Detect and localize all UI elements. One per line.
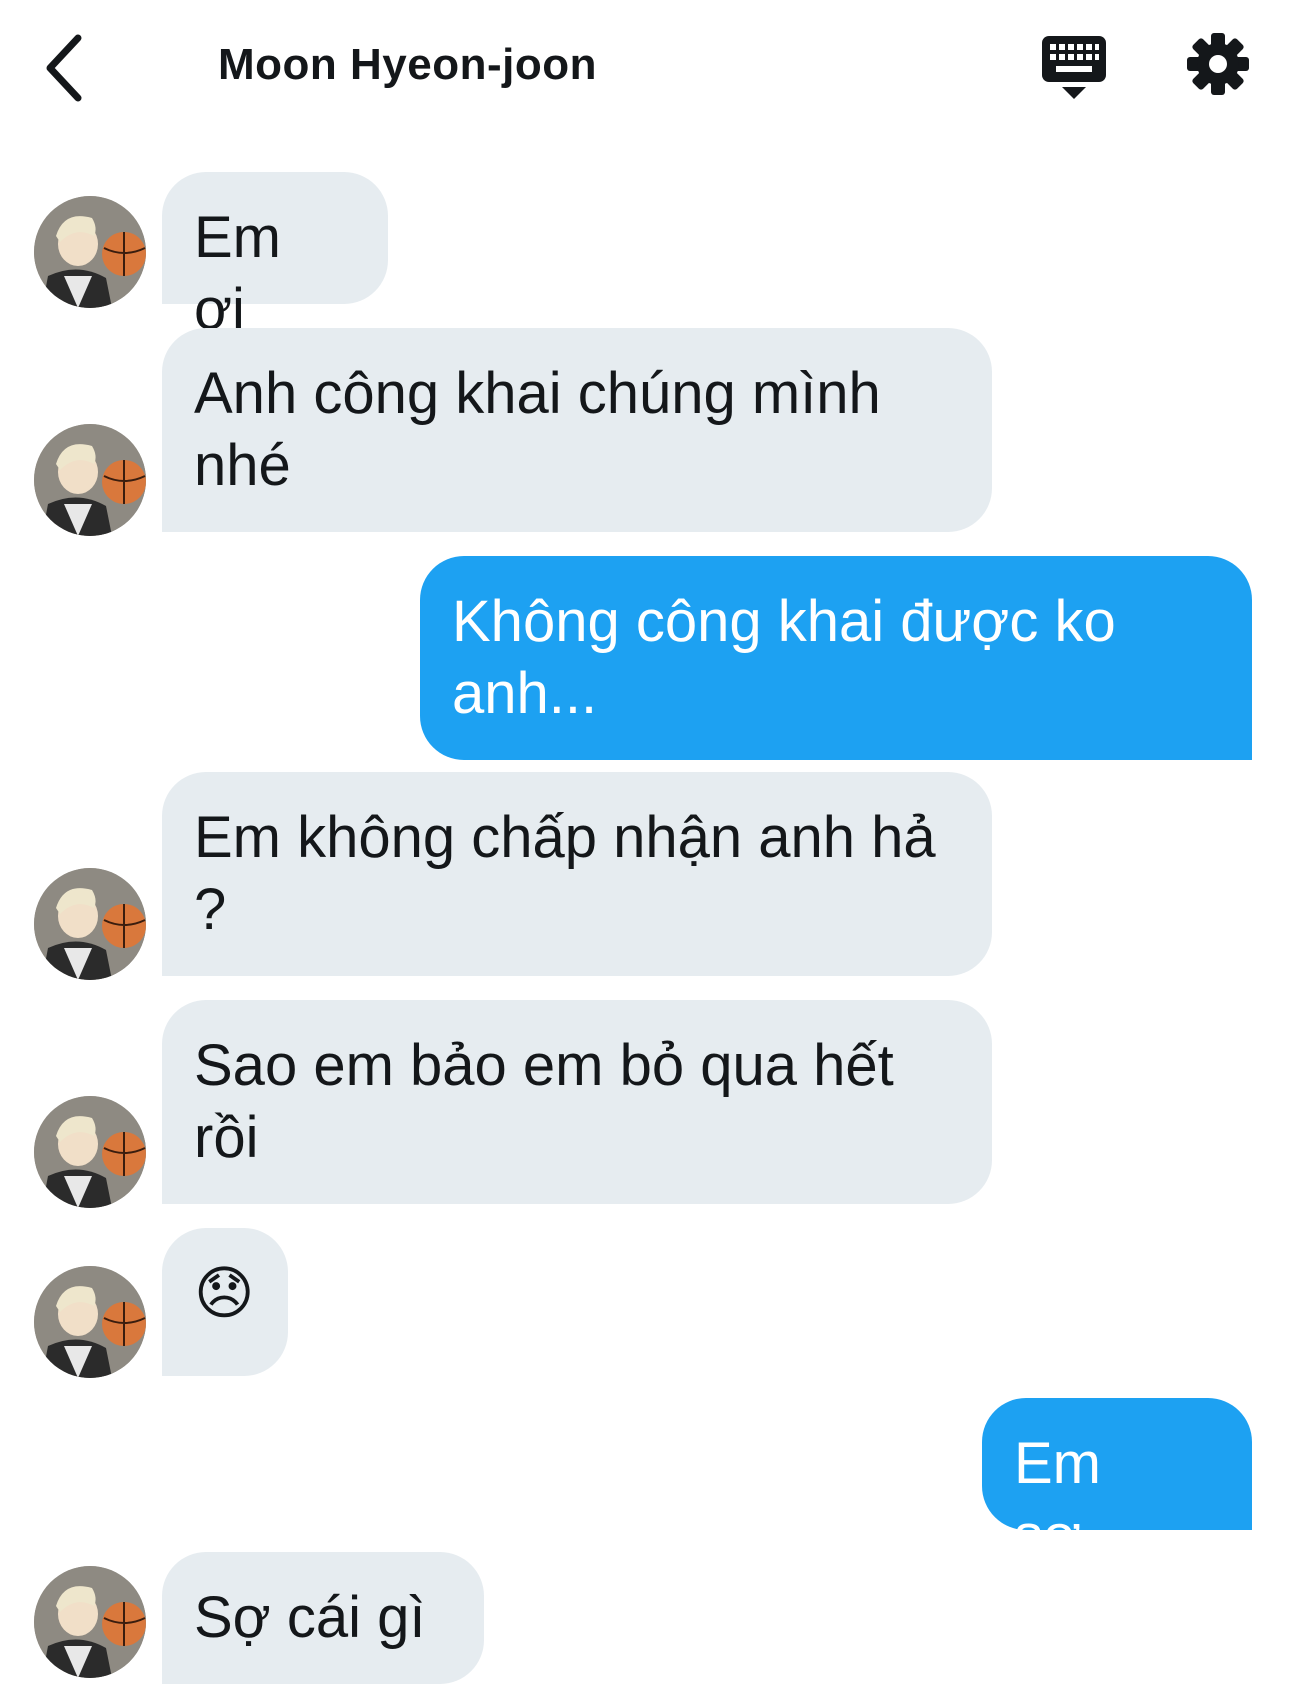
avatar-photo	[34, 196, 146, 308]
message-text: Em ơi	[194, 205, 281, 342]
avatar-photo	[34, 868, 146, 980]
gear-icon	[1187, 33, 1249, 95]
incoming-message-bubble[interactable]: Sao em bảo em bỏ qua hết rồi	[162, 1000, 992, 1204]
avatar-photo	[34, 1566, 146, 1678]
avatar[interactable]	[34, 1096, 146, 1208]
message-text: Không công khai được ko anh...	[452, 589, 1116, 726]
back-button[interactable]	[40, 30, 96, 106]
chevron-left-icon	[46, 34, 82, 102]
message-text: Sợ cái gì	[194, 1585, 426, 1650]
avatar-photo	[34, 424, 146, 536]
message-text: Sao em bảo em bỏ qua hết rồi	[194, 1033, 894, 1170]
incoming-message-bubble[interactable]: Sợ cái gì	[162, 1552, 484, 1684]
chat-header: Moon Hyeon-joon	[0, 0, 1290, 140]
incoming-message-bubble[interactable]: Em ơi	[162, 172, 388, 342]
conversation-title: Moon Hyeon-joon	[218, 40, 597, 89]
avatar[interactable]	[34, 868, 146, 980]
avatar[interactable]	[34, 1566, 146, 1678]
incoming-message-bubble[interactable]: Anh công khai chúng mình nhé	[162, 328, 992, 532]
message-text: Anh công khai chúng mình nhé	[194, 361, 881, 498]
settings-button[interactable]	[1186, 32, 1250, 96]
outgoing-message-bubble[interactable]: Em sợ..	[982, 1398, 1252, 1568]
avatar[interactable]	[34, 196, 146, 308]
keyboard-button[interactable]	[1040, 34, 1108, 100]
avatar-photo	[34, 1096, 146, 1208]
outgoing-message-bubble[interactable]: Không công khai được ko anh...	[420, 556, 1252, 760]
disappointed-face-emoji: 😞	[194, 1261, 255, 1326]
avatar[interactable]	[34, 424, 146, 536]
incoming-message-bubble[interactable]: 😞	[162, 1228, 288, 1376]
avatar-photo	[34, 1266, 146, 1378]
keyboard-icon	[1042, 36, 1106, 99]
incoming-message-bubble[interactable]: Em không chấp nhận anh hả ?	[162, 772, 992, 976]
message-text: Em không chấp nhận anh hả ?	[194, 805, 936, 942]
avatar[interactable]	[34, 1266, 146, 1378]
message-text: Em sợ..	[1014, 1431, 1114, 1568]
